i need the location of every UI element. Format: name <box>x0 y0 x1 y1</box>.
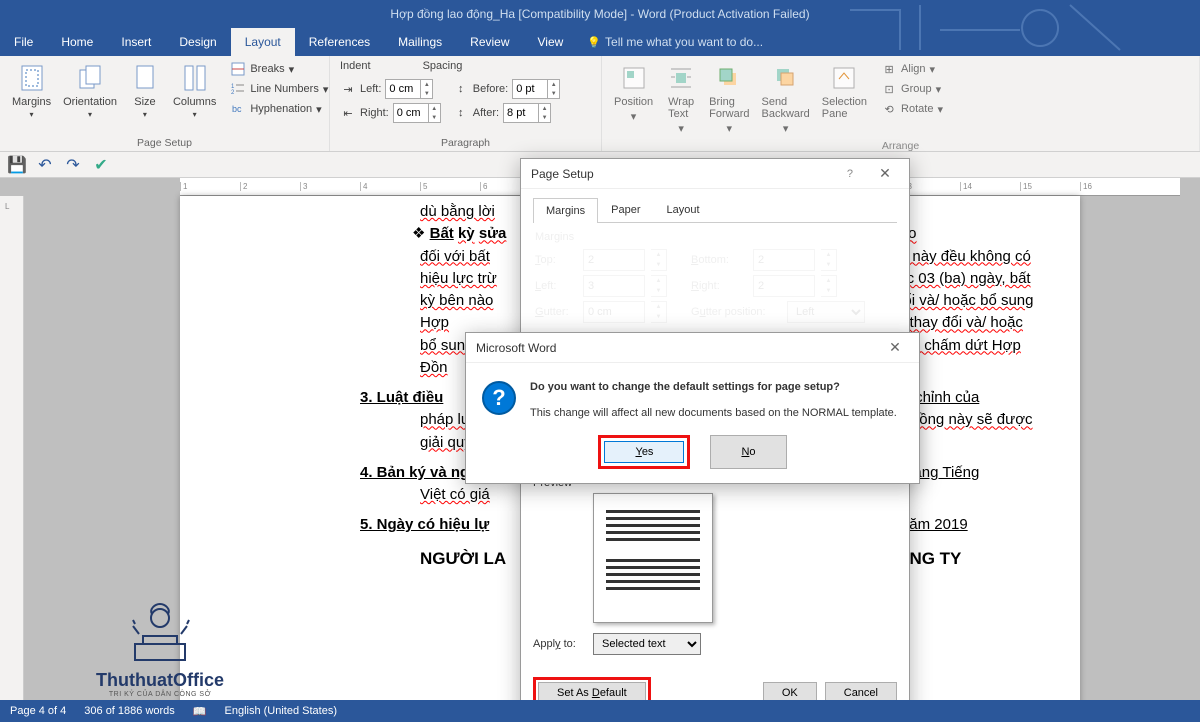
confirm-line1: Do you want to change the default settin… <box>530 381 897 393</box>
tab-home[interactable]: Home <box>47 28 107 56</box>
tab-insert[interactable]: Insert <box>107 28 165 56</box>
hyphenation-button[interactable]: bcHyphenation ▾ <box>228 100 330 118</box>
indent-left-input[interactable] <box>386 80 420 98</box>
tab-review[interactable]: Review <box>456 28 523 56</box>
linenumbers-button[interactable]: 12Line Numbers ▾ <box>228 80 330 98</box>
wrap-text-button[interactable]: Wrap Text▾ <box>661 60 701 137</box>
save-icon[interactable]: 💾 <box>8 156 26 174</box>
status-bar: Page 4 of 4 306 of 1886 words 📖 English … <box>0 700 1200 722</box>
bring-forward-button[interactable]: Bring Forward▾ <box>705 60 753 137</box>
size-icon <box>129 62 161 94</box>
indent-left-icon: ⇥ <box>340 81 356 97</box>
margins-icon <box>16 62 48 94</box>
send-backward-icon <box>770 62 802 94</box>
position-button[interactable]: Position▾ <box>610 60 657 125</box>
indent-right-input[interactable] <box>394 104 428 122</box>
linenumbers-icon: 12 <box>230 81 246 97</box>
svg-text:bc: bc <box>232 104 242 114</box>
applyto-select[interactable]: Selected text <box>593 633 701 655</box>
tab-paper[interactable]: Paper <box>598 197 653 222</box>
pagesetup-group-label: Page Setup <box>8 134 321 149</box>
spacing-after-icon: ↕ <box>453 105 469 121</box>
orientation-icon <box>74 62 106 94</box>
page-setup-title: Page Setup <box>531 167 847 181</box>
close-icon[interactable]: ✕ <box>871 165 899 182</box>
position-icon <box>618 62 650 94</box>
confirm-line2: This change will affect all new document… <box>530 407 897 419</box>
window-title: Hợp đồng lao động_Ha [Compatibility Mode… <box>390 7 809 21</box>
tab-layout-dlg[interactable]: Layout <box>653 197 712 222</box>
columns-button[interactable]: Columns▾ <box>169 60 220 121</box>
selection-pane-icon <box>828 62 860 94</box>
confirm-dialog: Microsoft Word ✕ ? Do you want to change… <box>465 332 920 484</box>
group-button[interactable]: ⊡Group ▾ <box>879 80 945 98</box>
align-button[interactable]: ⊞Align ▾ <box>879 60 945 78</box>
paragraph-group-label: Paragraph <box>338 134 593 149</box>
indent-right-icon: ⇤ <box>340 105 356 121</box>
undo-icon[interactable]: ↶ <box>36 156 54 174</box>
ruler-vertical: L <box>0 196 24 718</box>
breaks-icon <box>230 61 246 77</box>
rotate-icon: ⟲ <box>881 101 897 117</box>
tab-mailings[interactable]: Mailings <box>384 28 456 56</box>
tab-references[interactable]: References <box>295 28 384 56</box>
columns-icon <box>179 62 211 94</box>
menubar: File Home Insert Design Layout Reference… <box>0 28 1200 56</box>
bulb-icon <box>587 35 601 49</box>
size-button[interactable]: Size▾ <box>125 60 165 121</box>
hyphenation-icon: bc <box>230 101 246 117</box>
spacing-before-icon: ↕ <box>453 81 469 97</box>
group-icon: ⊡ <box>881 81 897 97</box>
no-button[interactable]: No <box>710 435 786 469</box>
status-words[interactable]: 306 of 1886 words <box>84 705 175 717</box>
status-page[interactable]: Page 4 of 4 <box>10 705 66 717</box>
orientation-button[interactable]: Orientation▾ <box>59 60 121 121</box>
question-icon: ? <box>482 381 516 415</box>
spacing-after-input[interactable] <box>504 104 538 122</box>
wrap-text-icon <box>665 62 697 94</box>
ribbon: Margins▾ Orientation▾ Size▾ Columns▾ Bre… <box>0 56 1200 152</box>
status-language[interactable]: English (United States) <box>225 705 338 717</box>
tell-me[interactable]: Tell me what you want to do... <box>587 35 763 49</box>
brush-icon[interactable]: ✔ <box>92 156 110 174</box>
arrange-group-label: Arrange <box>610 137 1191 152</box>
status-proofing-icon[interactable]: 📖 <box>193 705 207 718</box>
selection-pane-button[interactable]: Selection Pane <box>818 60 871 122</box>
bring-forward-icon <box>713 62 745 94</box>
tab-layout[interactable]: Layout <box>231 28 295 56</box>
breaks-button[interactable]: Breaks ▾ <box>228 60 330 78</box>
tab-view[interactable]: View <box>524 28 578 56</box>
tab-file[interactable]: File <box>0 28 47 56</box>
align-icon: ⊞ <box>881 61 897 77</box>
svg-text:2: 2 <box>231 90 235 96</box>
preview-thumbnail <box>593 493 713 623</box>
tab-design[interactable]: Design <box>165 28 230 56</box>
applyto-label: Apply to: <box>533 638 587 650</box>
confirm-close-icon[interactable]: ✕ <box>881 339 909 356</box>
redo-icon[interactable]: ↷ <box>64 156 82 174</box>
watermark-logo: ThuthuatOffice TRI KỶ CỦA DÂN CÔNG SỞ <box>90 596 230 698</box>
spacing-before-input[interactable] <box>513 80 547 98</box>
rotate-button[interactable]: ⟲Rotate ▾ <box>879 100 945 118</box>
yes-button[interactable]: Yes <box>604 441 684 463</box>
send-backward-button[interactable]: Send Backward▾ <box>757 60 813 137</box>
help-icon[interactable]: ? <box>847 168 853 180</box>
confirm-title: Microsoft Word <box>476 341 881 355</box>
tab-margins[interactable]: Margins <box>533 198 598 223</box>
margins-button[interactable]: Margins▾ <box>8 60 55 121</box>
